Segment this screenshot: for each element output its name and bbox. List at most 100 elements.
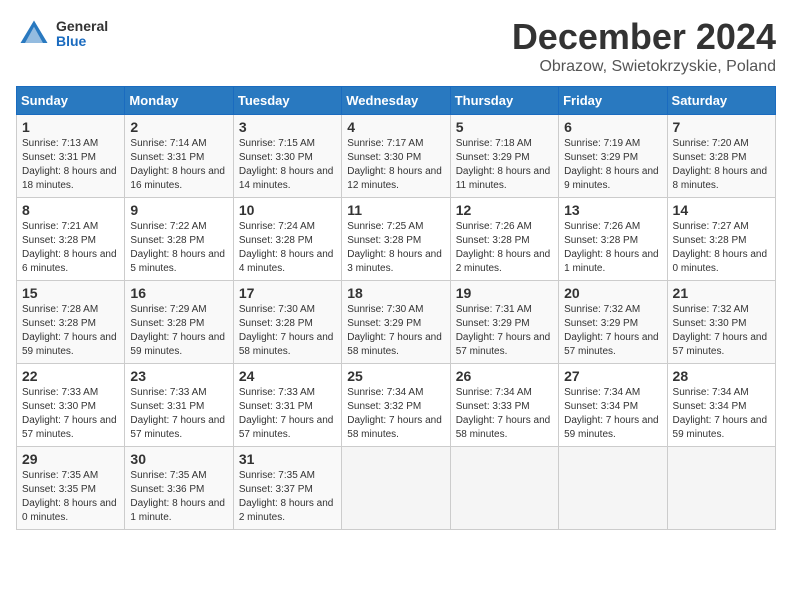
day-info: Sunrise: 7:21 AM Sunset: 3:28 PM Dayligh… [22,220,119,276]
calendar-cell: 17Sunrise: 7:30 AM Sunset: 3:28 PM Dayli… [233,281,341,364]
logo-general: General [56,19,108,34]
day-info: Sunrise: 7:25 AM Sunset: 3:28 PM Dayligh… [347,220,444,276]
calendar-cell [667,447,775,530]
day-info: Sunrise: 7:17 AM Sunset: 3:30 PM Dayligh… [347,137,444,193]
calendar-cell: 22 Sunrise: 7:33 AM Sunset: 3:30 PM Dayli… [17,364,125,447]
calendar-cell: 12 Sunrise: 7:26 AM Sunset: 3:28 PM Dayli… [450,198,558,281]
calendar-cell [342,447,450,530]
location-title: Obrazow, Swietokrzyskie, Poland [512,58,776,76]
calendar-week-row: 8 Sunrise: 7:21 AM Sunset: 3:28 PM Daylig… [17,198,776,281]
day-info: Sunrise: 7:33 AM Sunset: 3:30 PM Dayligh… [22,386,119,442]
day-number: 14 [673,202,770,218]
day-header-saturday: Saturday [667,87,775,115]
day-info: Sunrise: 7:34 AM Sunset: 3:34 PM Dayligh… [673,386,770,442]
day-number: 24 [239,368,336,384]
calendar-cell: 23 Sunrise: 7:33 AM Sunset: 3:31 PM Dayli… [125,364,233,447]
calendar-cell: 20Sunrise: 7:32 AM Sunset: 3:29 PM Dayli… [559,281,667,364]
calendar-cell: 10Sunrise: 7:24 AM Sunset: 3:28 PM Dayli… [233,198,341,281]
day-number: 30 [130,451,227,467]
logo-icon [16,16,52,52]
calendar-cell: 18 Sunrise: 7:30 AM Sunset: 3:29 PM Dayli… [342,281,450,364]
day-number: 8 [22,202,119,218]
day-info: Sunrise: 7:34 AM Sunset: 3:34 PM Dayligh… [564,386,661,442]
logo-text: General Blue [56,19,108,50]
logo-blue: Blue [56,34,108,49]
calendar-header-row: SundayMondayTuesdayWednesdayThursdayFrid… [17,87,776,115]
day-info: Sunrise: 7:34 AM Sunset: 3:32 PM Dayligh… [347,386,444,442]
calendar-week-row: 1Sunrise: 7:13 AM Sunset: 3:31 PM Daylig… [17,115,776,198]
day-number: 6 [564,119,661,135]
day-number: 19 [456,285,553,301]
day-number: 23 [130,368,227,384]
day-header-wednesday: Wednesday [342,87,450,115]
day-info: Sunrise: 7:35 AM Sunset: 3:37 PM Dayligh… [239,469,336,525]
day-number: 4 [347,119,444,135]
calendar-cell: 4 Sunrise: 7:17 AM Sunset: 3:30 PM Daylig… [342,115,450,198]
day-number: 3 [239,119,336,135]
calendar-cell: 7Sunrise: 7:20 AM Sunset: 3:28 PM Daylig… [667,115,775,198]
day-number: 12 [456,202,553,218]
day-info: Sunrise: 7:20 AM Sunset: 3:28 PM Dayligh… [673,137,770,193]
calendar-cell: 6Sunrise: 7:19 AM Sunset: 3:29 PM Daylig… [559,115,667,198]
day-number: 17 [239,285,336,301]
day-number: 21 [673,285,770,301]
calendar-cell: 9 Sunrise: 7:22 AM Sunset: 3:28 PM Daylig… [125,198,233,281]
day-number: 28 [673,368,770,384]
day-info: Sunrise: 7:32 AM Sunset: 3:29 PM Dayligh… [564,303,661,359]
day-header-sunday: Sunday [17,87,125,115]
day-info: Sunrise: 7:29 AM Sunset: 3:28 PM Dayligh… [130,303,227,359]
day-number: 25 [347,368,444,384]
day-number: 22 [22,368,119,384]
calendar-cell: 5 Sunrise: 7:18 AM Sunset: 3:29 PM Daylig… [450,115,558,198]
day-number: 11 [347,202,444,218]
day-number: 5 [456,119,553,135]
day-number: 1 [22,119,119,135]
calendar-week-row: 15 Sunrise: 7:28 AM Sunset: 3:28 PM Dayli… [17,281,776,364]
day-info: Sunrise: 7:26 AM Sunset: 3:28 PM Dayligh… [564,220,661,276]
day-number: 18 [347,285,444,301]
calendar-cell: 28 Sunrise: 7:34 AM Sunset: 3:34 PM Dayli… [667,364,775,447]
day-info: Sunrise: 7:27 AM Sunset: 3:28 PM Dayligh… [673,220,770,276]
day-number: 16 [130,285,227,301]
day-info: Sunrise: 7:22 AM Sunset: 3:28 PM Dayligh… [130,220,227,276]
day-info: Sunrise: 7:26 AM Sunset: 3:28 PM Dayligh… [456,220,553,276]
logo: General Blue [16,16,108,52]
calendar-cell: 21 Sunrise: 7:32 AM Sunset: 3:30 PM Dayli… [667,281,775,364]
day-header-friday: Friday [559,87,667,115]
day-info: Sunrise: 7:24 AM Sunset: 3:28 PM Dayligh… [239,220,336,276]
day-info: Sunrise: 7:14 AM Sunset: 3:31 PM Dayligh… [130,137,227,193]
calendar-cell [450,447,558,530]
calendar-cell: 26Sunrise: 7:34 AM Sunset: 3:33 PM Dayli… [450,364,558,447]
calendar-cell: 24 Sunrise: 7:33 AM Sunset: 3:31 PM Dayli… [233,364,341,447]
day-number: 15 [22,285,119,301]
calendar-cell: 29Sunrise: 7:35 AM Sunset: 3:35 PM Dayli… [17,447,125,530]
day-info: Sunrise: 7:33 AM Sunset: 3:31 PM Dayligh… [130,386,227,442]
day-info: Sunrise: 7:32 AM Sunset: 3:30 PM Dayligh… [673,303,770,359]
day-number: 26 [456,368,553,384]
day-info: Sunrise: 7:30 AM Sunset: 3:29 PM Dayligh… [347,303,444,359]
month-title: December 2024 [512,16,776,58]
day-info: Sunrise: 7:33 AM Sunset: 3:31 PM Dayligh… [239,386,336,442]
day-info: Sunrise: 7:18 AM Sunset: 3:29 PM Dayligh… [456,137,553,193]
day-number: 13 [564,202,661,218]
day-info: Sunrise: 7:28 AM Sunset: 3:28 PM Dayligh… [22,303,119,359]
day-header-tuesday: Tuesday [233,87,341,115]
day-number: 31 [239,451,336,467]
calendar-table: SundayMondayTuesdayWednesdayThursdayFrid… [16,86,776,530]
page-header: General Blue December 2024 Obrazow, Swie… [16,16,776,76]
day-number: 2 [130,119,227,135]
day-number: 9 [130,202,227,218]
day-header-monday: Monday [125,87,233,115]
calendar-cell: 8 Sunrise: 7:21 AM Sunset: 3:28 PM Daylig… [17,198,125,281]
calendar-week-row: 29Sunrise: 7:35 AM Sunset: 3:35 PM Dayli… [17,447,776,530]
day-info: Sunrise: 7:15 AM Sunset: 3:30 PM Dayligh… [239,137,336,193]
title-section: December 2024 Obrazow, Swietokrzyskie, P… [512,16,776,76]
calendar-cell: 30Sunrise: 7:35 AM Sunset: 3:36 PM Dayli… [125,447,233,530]
calendar-cell: 1Sunrise: 7:13 AM Sunset: 3:31 PM Daylig… [17,115,125,198]
day-header-thursday: Thursday [450,87,558,115]
calendar-cell: 27 Sunrise: 7:34 AM Sunset: 3:34 PM Dayli… [559,364,667,447]
calendar-cell: 3 Sunrise: 7:15 AM Sunset: 3:30 PM Daylig… [233,115,341,198]
calendar-cell: 16 Sunrise: 7:29 AM Sunset: 3:28 PM Dayli… [125,281,233,364]
calendar-week-row: 22 Sunrise: 7:33 AM Sunset: 3:30 PM Dayli… [17,364,776,447]
day-number: 27 [564,368,661,384]
